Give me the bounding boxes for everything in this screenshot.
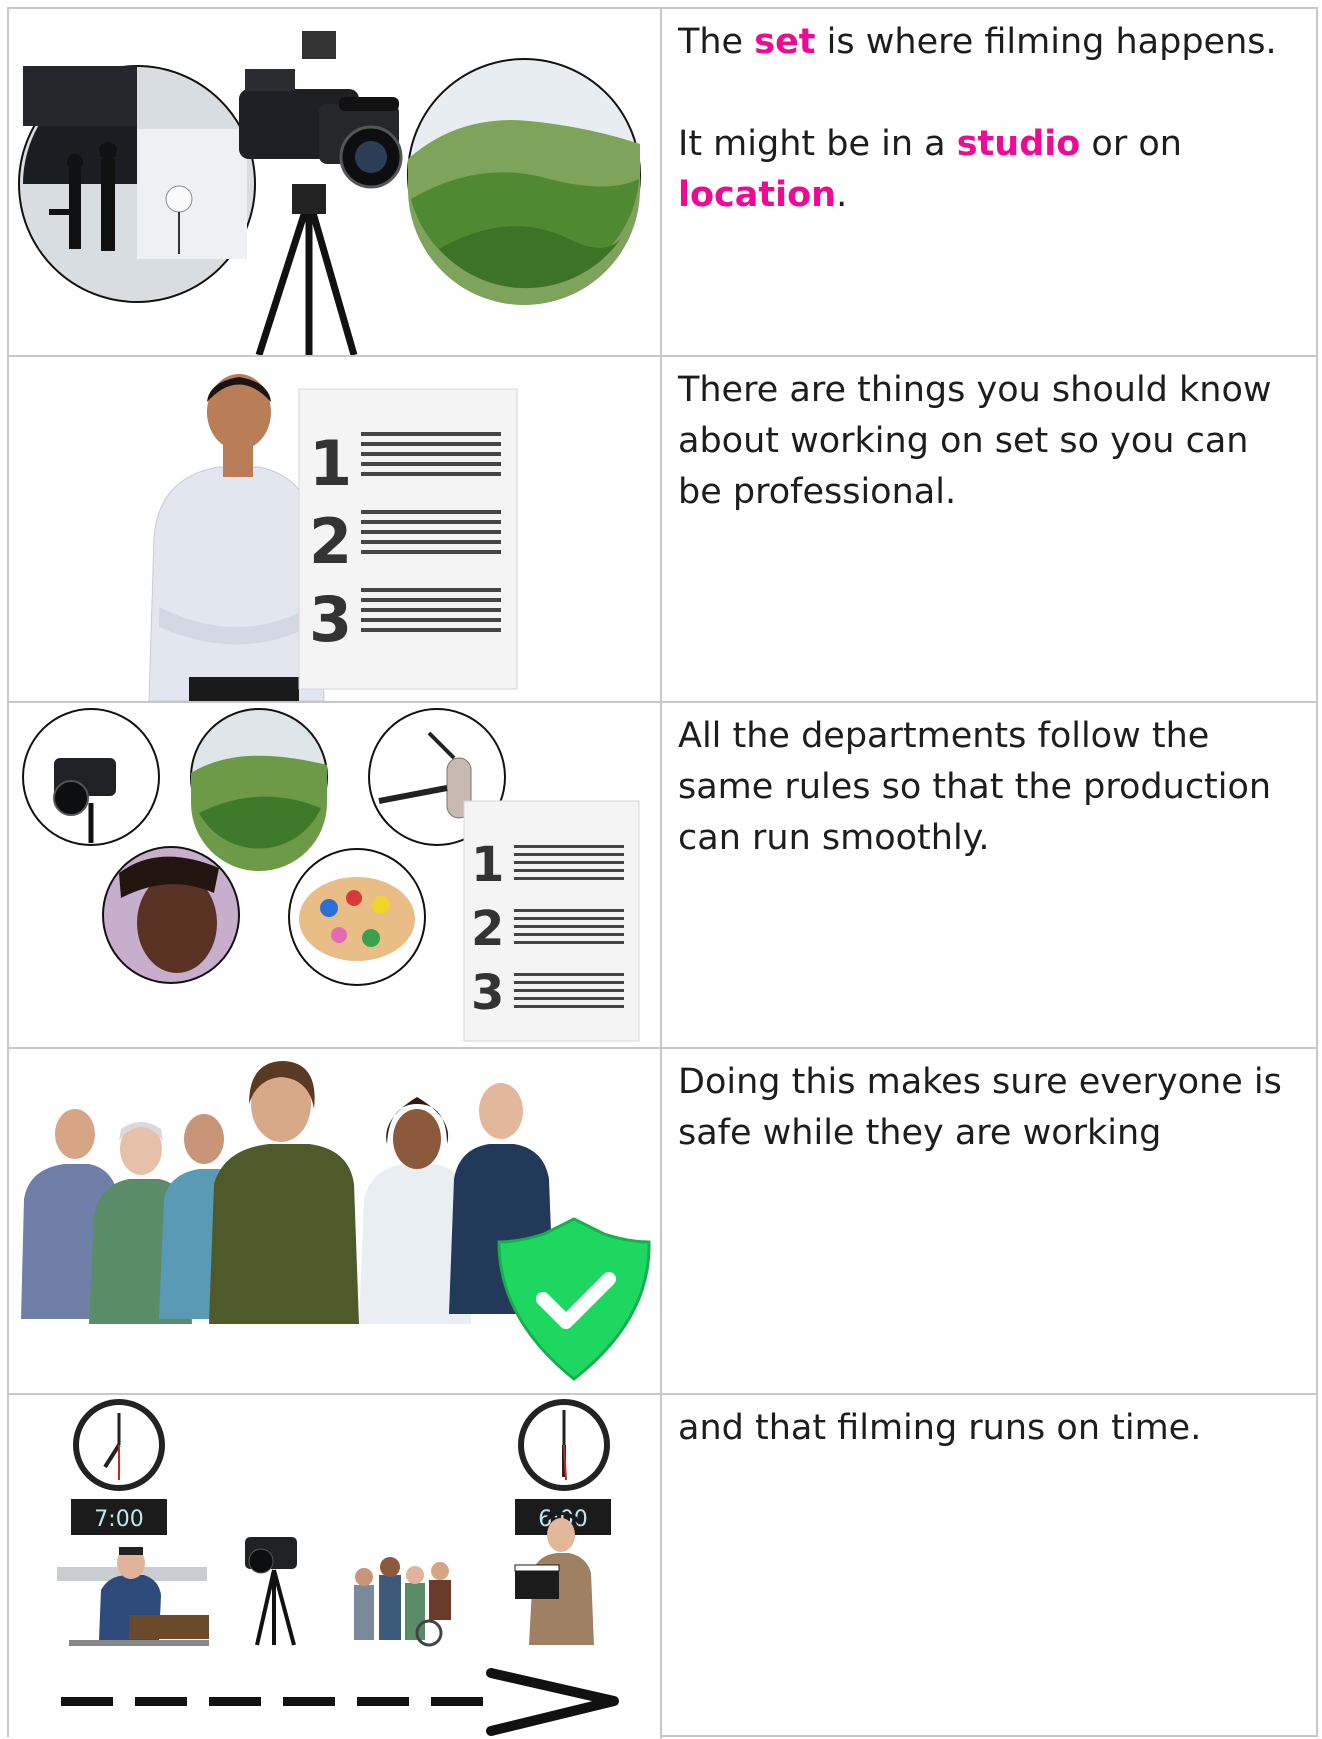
highlight-set: set <box>754 22 816 62</box>
shield-check-icon <box>497 1217 651 1381</box>
camera-icon <box>239 31 403 355</box>
list-number-2: 2 <box>471 901 504 957</box>
team-image <box>21 1061 554 1324</box>
table-row: 7:00 6:00 <box>9 1395 1316 1739</box>
makeup-department-icon <box>102 846 240 984</box>
text-cell: There are things you should know about w… <box>664 357 1316 701</box>
text-cell: All the departments follow the same rule… <box>664 703 1316 1047</box>
text-cell: The set is where filming happens. It mig… <box>664 9 1316 355</box>
studio-image <box>18 65 256 303</box>
numbered-list-icon: 1 2 3 <box>463 800 640 1042</box>
timeline-illustration: 7:00 6:00 <box>9 1395 662 1739</box>
info-table: The set is where filming happens. It mig… <box>7 7 1318 1739</box>
highlight-location: location <box>678 175 837 215</box>
crew-group-image <box>354 1557 451 1647</box>
timeline-arrow-icon <box>61 1668 619 1736</box>
list-number-2: 2 <box>309 505 352 578</box>
paragraph: and that filming runs on time. <box>678 1408 1202 1448</box>
paragraph: Doing this makes sure everyone is safe w… <box>678 1062 1282 1153</box>
text-cell: Doing this makes sure everyone is safe w… <box>664 1049 1316 1393</box>
studio-location-illustration <box>9 9 662 355</box>
table-row: 1 2 3 All the departments follow the sam… <box>9 703 1316 1049</box>
table-row: Doing this makes sure everyone is safe w… <box>9 1049 1316 1395</box>
clock-start-icon: 7:00 <box>71 1399 167 1535</box>
highlight-studio: studio <box>956 124 1081 164</box>
camera-icon <box>245 1537 297 1646</box>
paragraph: The set is where filming happens. <box>678 22 1277 62</box>
list-number-1: 1 <box>309 427 352 500</box>
list-number-3: 3 <box>471 965 504 1021</box>
paragraph: It might be in a studio or on location. <box>678 124 1182 215</box>
clock-start-time: 7:00 <box>94 1507 143 1532</box>
art-department-icon <box>288 848 426 986</box>
person-image <box>148 374 325 701</box>
list-number-1: 1 <box>471 837 504 893</box>
location-department-icon <box>190 708 328 871</box>
departments-illustration: 1 2 3 <box>9 703 662 1047</box>
location-image <box>407 58 641 305</box>
numbered-list-icon: 1 2 3 <box>298 388 518 690</box>
paragraph: There are things you should know about w… <box>678 370 1272 512</box>
paragraph: All the departments follow the same rule… <box>678 716 1272 858</box>
camera-department-icon <box>22 708 160 846</box>
safety-illustration <box>9 1049 662 1393</box>
table-row: The set is where filming happens. It mig… <box>9 9 1316 357</box>
list-number-3: 3 <box>309 583 352 656</box>
catering-image <box>57 1547 209 1646</box>
table-row: 1 2 3 There are things you should know a… <box>9 357 1316 703</box>
text-cell: and that filming runs on time. <box>664 1395 1316 1739</box>
professional-illustration: 1 2 3 <box>9 357 662 701</box>
